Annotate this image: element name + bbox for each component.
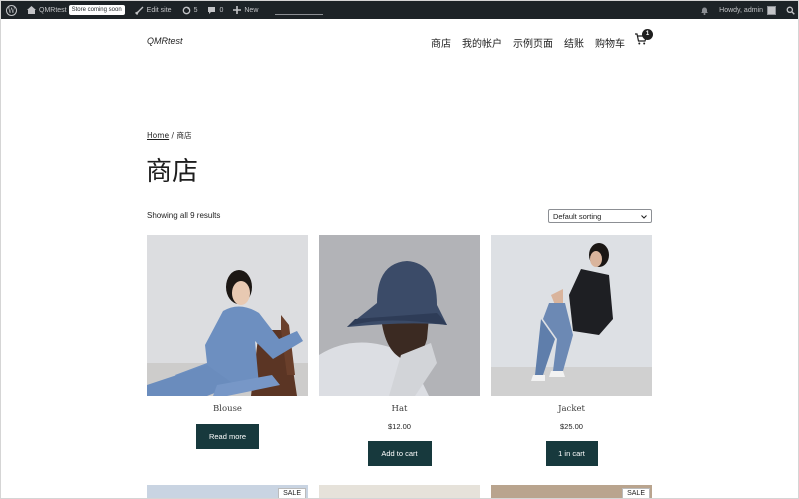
product-price: $12.00 xyxy=(388,422,411,431)
product-image-row2-2[interactable] xyxy=(319,485,480,498)
nav-item-my-account[interactable]: 我的帐户 xyxy=(462,35,502,50)
breadcrumb-home-link[interactable]: Home xyxy=(147,131,169,140)
breadcrumb: Home / 商店 xyxy=(147,131,192,140)
product-image-jacket[interactable] xyxy=(491,235,652,396)
product-card-jacket: Jacket $25.00 1 in cart xyxy=(491,235,652,466)
nav-item-sample-page[interactable]: 示例页面 xyxy=(513,35,553,50)
page-title: 商店 xyxy=(146,157,199,187)
admin-bar-input[interactable] xyxy=(275,6,324,15)
wordpress-logo-icon[interactable]: W xyxy=(1,1,22,19)
product-image-row2-1[interactable]: SALE xyxy=(147,485,308,498)
account-menu[interactable]: Howdy, admin xyxy=(714,1,781,19)
product-card-blouse: Blouse Read more xyxy=(147,235,308,449)
product-image-blouse[interactable] xyxy=(147,235,308,396)
product-image-row2-3[interactable]: SALE xyxy=(491,485,652,498)
notifications-icon[interactable] xyxy=(695,1,714,19)
brush-icon xyxy=(134,6,144,15)
result-count: Showing all 9 results xyxy=(147,211,221,220)
plus-icon xyxy=(233,6,242,14)
comments-link[interactable]: 0 xyxy=(202,1,228,19)
add-to-cart-button[interactable]: Add to cart xyxy=(367,441,432,466)
sorting-select[interactable]: Default sorting xyxy=(548,209,652,223)
product-name[interactable]: Hat xyxy=(319,404,480,414)
updates-icon xyxy=(182,6,191,15)
store-status-badge[interactable]: Store coming soon xyxy=(68,5,125,15)
admin-bar: W QMRtest Store coming soon Edit site 5 … xyxy=(1,1,798,19)
svg-text:W: W xyxy=(8,7,16,15)
home-icon xyxy=(27,6,36,14)
nav-item-checkout[interactable]: 结账 xyxy=(564,35,584,50)
cart-count-badge: 1 xyxy=(642,29,653,40)
in-cart-button[interactable]: 1 in cart xyxy=(545,441,598,466)
chevron-down-icon xyxy=(641,212,647,221)
new-content-link[interactable]: New xyxy=(228,1,263,19)
breadcrumb-current: 商店 xyxy=(176,131,192,140)
product-image-hat[interactable] xyxy=(319,235,480,396)
product-price: $25.00 xyxy=(560,422,583,431)
main-navigation: 商店 我的帐户 示例页面 结账 购物车 xyxy=(431,35,636,50)
sale-badge: SALE xyxy=(622,488,650,498)
site-title[interactable]: QMRtest xyxy=(147,36,183,46)
nav-item-shop[interactable]: 商店 xyxy=(431,35,451,50)
product-name[interactable]: Blouse xyxy=(147,404,308,414)
product-name[interactable]: Jacket xyxy=(491,404,652,414)
read-more-button[interactable]: Read more xyxy=(196,424,259,449)
product-card-hat: Hat $12.00 Add to cart xyxy=(319,235,480,466)
comment-icon xyxy=(207,6,216,15)
nav-item-cart[interactable]: 购物车 xyxy=(595,35,625,50)
sale-badge: SALE xyxy=(278,488,306,498)
site-menu[interactable]: QMRtest Store coming soon xyxy=(22,1,130,19)
search-icon[interactable] xyxy=(781,1,798,19)
updates-link[interactable]: 5 xyxy=(177,1,203,19)
site-name: QMRtest xyxy=(39,6,67,14)
avatar xyxy=(767,5,776,15)
browser-frame: W QMRtest Store coming soon Edit site 5 … xyxy=(0,0,799,499)
edit-site-link[interactable]: Edit site xyxy=(130,1,177,19)
